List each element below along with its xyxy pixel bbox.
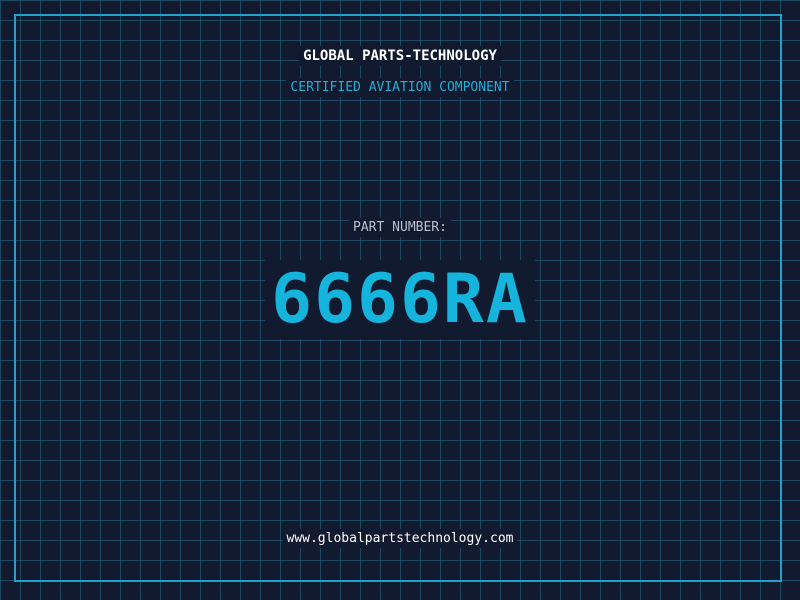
website-url: www.globalpartstechnology.com bbox=[0, 529, 800, 548]
part-number-label-text: PART NUMBER: bbox=[349, 218, 451, 237]
certification-subtitle: CERTIFIED AVIATION COMPONENT bbox=[0, 78, 800, 97]
part-number-value: 6666RA bbox=[0, 260, 800, 339]
part-number-label: PART NUMBER: bbox=[0, 218, 800, 237]
website-url-text: www.globalpartstechnology.com bbox=[282, 529, 518, 548]
certification-subtitle-text: CERTIFIED AVIATION COMPONENT bbox=[286, 78, 514, 97]
part-number-value-text: 6666RA bbox=[265, 260, 535, 339]
brand-name-text: GLOBAL PARTS-TECHNOLOGY bbox=[299, 46, 501, 66]
brand-name: GLOBAL PARTS-TECHNOLOGY bbox=[0, 46, 800, 66]
part-label-card: GLOBAL PARTS-TECHNOLOGY CERTIFIED AVIATI… bbox=[0, 0, 800, 600]
